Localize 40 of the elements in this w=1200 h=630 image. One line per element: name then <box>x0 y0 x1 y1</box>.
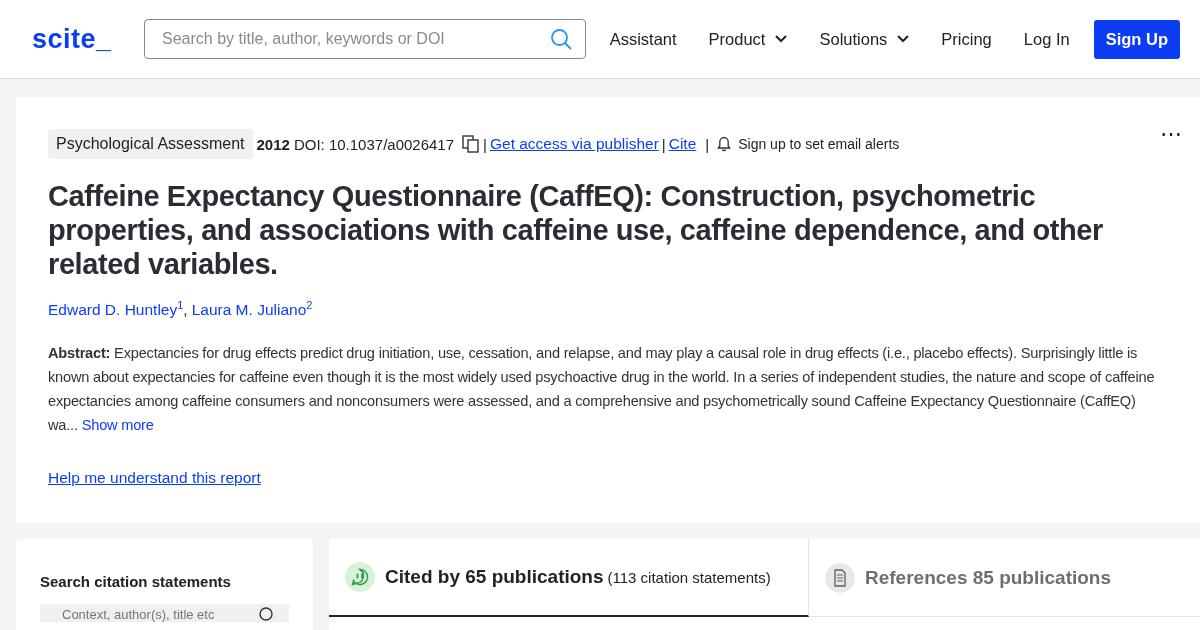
author-link[interactable]: Edward D. Huntley$^{1}$ <box>48 299 184 320</box>
nav-menu[interactable]: Product <box>708 29 788 49</box>
journal-tag[interactable]: Psychological Assessment <box>48 129 253 159</box>
nav-link[interactable]: Pricing <box>941 29 992 49</box>
more-options-button[interactable]: ⋯ <box>1160 121 1182 147</box>
tab[interactable]: References 85 publications <box>809 539 1200 617</box>
search-icon <box>259 607 273 621</box>
separator: | <box>705 135 710 153</box>
tab[interactable]: Cited by 65 publications (113 citation statements) <box>329 539 809 617</box>
cite-link[interactable]: Cite <box>668 135 697 153</box>
search-field[interactable]: Search by title, author, keywords or DOI <box>144 19 586 59</box>
access-link[interactable]: Get access via publisher <box>489 135 659 153</box>
bell-icon <box>717 136 732 152</box>
nav-link[interactable]: Log In <box>1023 29 1070 49</box>
copy-icon <box>462 135 481 153</box>
sign-up-button[interactable]: Sign Up <box>1093 19 1180 59</box>
logo[interactable]: scite_ <box>32 23 144 55</box>
abstract-text: Abstract: Expectancies for drug effects predict drug initiation, use, cessation, and relapse, and may play a causal role in drug effects (i.e., placebo effects). Surprisingly little is known about expectancies for caffeine even though it is the most widely used psychoactive drug in the world. In a series of independent studies, the nature and scope of caffeine expectancies among caffeine consumers and nonconsumers were assessed, and a comprehensive and psychometrically sound Caffeine Expectancy Questionnaire (CaffEQ) wa... Show more <box>48 344 1156 436</box>
paper-title: Caffeine Expectancy Questionnaire (CaffEQ): Construction, psychometric properties, and associations with caffeine use, caffeine dependence, and other related variables. <box>48 179 1104 281</box>
search-icon <box>550 28 572 50</box>
separator: | <box>483 135 487 153</box>
nav-menu[interactable]: Solutions <box>819 29 910 49</box>
citation-search-field[interactable]: Context, author(s), title etc <box>40 604 289 622</box>
tab-label: References 85 publications <box>865 566 1112 589</box>
chevron-down-icon <box>897 35 910 43</box>
tab-label: Cited by 65 publications <box>385 566 604 588</box>
panel-heading: Search citation statements <box>40 573 232 590</box>
show-more-link[interactable]: Show more <box>81 417 154 434</box>
chevron-down-icon <box>775 35 788 43</box>
quote-bubble-icon <box>345 562 375 592</box>
separator: | <box>661 135 666 153</box>
nav-link[interactable]: Assistant <box>609 29 677 49</box>
year-text: 2012 <box>256 135 290 153</box>
help-link[interactable]: Help me understand this report <box>48 469 261 488</box>
document-icon <box>825 562 855 593</box>
author-link[interactable]: Laura M. Juliano$^{2}$ <box>191 299 313 320</box>
comma: , <box>183 301 188 320</box>
tab-detail: (113 citation statements) <box>607 568 771 586</box>
doi-text: DOI: 10.1037/a0026417 <box>293 135 455 153</box>
email-alerts-link[interactable]: Sign up to set email alerts <box>738 136 900 152</box>
